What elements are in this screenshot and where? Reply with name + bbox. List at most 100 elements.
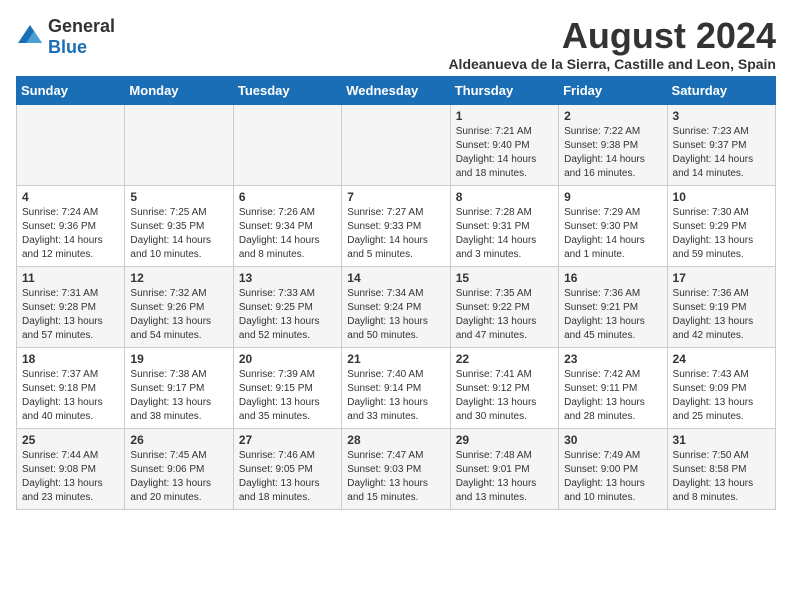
day-info: Sunrise: 7:28 AM Sunset: 9:31 PM Dayligh…	[456, 206, 553, 262]
day-number: 23	[564, 352, 661, 366]
day-number: 26	[130, 433, 227, 447]
month-year-title: August 2024	[448, 16, 776, 56]
logo-blue: Blue	[48, 37, 87, 57]
calendar-cell: 20 Sunrise: 7:39 AM Sunset: 9:15 PM Dayli…	[233, 347, 341, 428]
day-info: Sunrise: 7:26 AM Sunset: 9:34 PM Dayligh…	[239, 206, 336, 262]
calendar-header: SundayMondayTuesdayWednesdayThursdayFrid…	[17, 76, 776, 104]
header-monday: Monday	[125, 76, 233, 104]
calendar-cell: 1Sunrise: 7:21 AM Sunset: 9:40 PM Daylig…	[450, 104, 558, 185]
logo-text: General Blue	[48, 16, 115, 58]
day-info: Sunrise: 7:39 AM Sunset: 9:15 PM Dayligh…	[239, 368, 336, 424]
calendar-cell: 13Sunrise: 7:33 AM Sunset: 9:25 PM Dayli…	[233, 266, 341, 347]
day-number: 31	[673, 433, 770, 447]
day-number: 30	[564, 433, 661, 447]
calendar-cell: 4 Sunrise: 7:24 AM Sunset: 9:36 PM Daylig…	[17, 185, 125, 266]
day-number: 11	[22, 271, 119, 285]
day-number: 8	[456, 190, 553, 204]
week-row-4: 18 Sunrise: 7:37 AM Sunset: 9:18 PM Dayli…	[17, 347, 776, 428]
title-block: August 2024 Aldeanueva de la Sierra, Cas…	[448, 16, 776, 72]
calendar-cell: 5 Sunrise: 7:25 AM Sunset: 9:35 PM Daylig…	[125, 185, 233, 266]
day-number: 4	[22, 190, 119, 204]
day-number: 25	[22, 433, 119, 447]
calendar-cell: 26 Sunrise: 7:45 AM Sunset: 9:06 PM Dayli…	[125, 428, 233, 509]
calendar-cell: 28 Sunrise: 7:47 AM Sunset: 9:03 PM Dayli…	[342, 428, 450, 509]
day-info: Sunrise: 7:50 AM Sunset: 8:58 PM Dayligh…	[673, 449, 770, 505]
header-sunday: Sunday	[17, 76, 125, 104]
week-row-5: 25 Sunrise: 7:44 AM Sunset: 9:08 PM Dayli…	[17, 428, 776, 509]
day-number: 27	[239, 433, 336, 447]
logo-icon	[16, 23, 44, 51]
day-info: Sunrise: 7:34 AM Sunset: 9:24 PM Dayligh…	[347, 287, 444, 343]
day-number: 17	[673, 271, 770, 285]
calendar-cell: 8 Sunrise: 7:28 AM Sunset: 9:31 PM Daylig…	[450, 185, 558, 266]
day-info: Sunrise: 7:32 AM Sunset: 9:26 PM Dayligh…	[130, 287, 227, 343]
calendar-cell: 6 Sunrise: 7:26 AM Sunset: 9:34 PM Daylig…	[233, 185, 341, 266]
day-info: Sunrise: 7:37 AM Sunset: 9:18 PM Dayligh…	[22, 368, 119, 424]
day-info: Sunrise: 7:47 AM Sunset: 9:03 PM Dayligh…	[347, 449, 444, 505]
calendar-cell: 15Sunrise: 7:35 AM Sunset: 9:22 PM Dayli…	[450, 266, 558, 347]
day-number: 20	[239, 352, 336, 366]
header-wednesday: Wednesday	[342, 76, 450, 104]
day-number: 6	[239, 190, 336, 204]
header-saturday: Saturday	[667, 76, 775, 104]
header-tuesday: Tuesday	[233, 76, 341, 104]
day-number: 5	[130, 190, 227, 204]
day-info: Sunrise: 7:41 AM Sunset: 9:12 PM Dayligh…	[456, 368, 553, 424]
calendar-cell: 3Sunrise: 7:23 AM Sunset: 9:37 PM Daylig…	[667, 104, 775, 185]
day-number: 10	[673, 190, 770, 204]
header-thursday: Thursday	[450, 76, 558, 104]
day-number: 29	[456, 433, 553, 447]
day-number: 18	[22, 352, 119, 366]
day-info: Sunrise: 7:23 AM Sunset: 9:37 PM Dayligh…	[673, 125, 770, 181]
day-info: Sunrise: 7:36 AM Sunset: 9:19 PM Dayligh…	[673, 287, 770, 343]
calendar-cell: 2 Sunrise: 7:22 AM Sunset: 9:38 PM Daylig…	[559, 104, 667, 185]
day-info: Sunrise: 7:24 AM Sunset: 9:36 PM Dayligh…	[22, 206, 119, 262]
day-info: Sunrise: 7:49 AM Sunset: 9:00 PM Dayligh…	[564, 449, 661, 505]
calendar-cell: 12 Sunrise: 7:32 AM Sunset: 9:26 PM Dayli…	[125, 266, 233, 347]
day-info: Sunrise: 7:29 AM Sunset: 9:30 PM Dayligh…	[564, 206, 661, 262]
day-info: Sunrise: 7:46 AM Sunset: 9:05 PM Dayligh…	[239, 449, 336, 505]
day-number: 14	[347, 271, 444, 285]
calendar-cell: 18 Sunrise: 7:37 AM Sunset: 9:18 PM Dayli…	[17, 347, 125, 428]
header-friday: Friday	[559, 76, 667, 104]
day-number: 16	[564, 271, 661, 285]
calendar-cell: 7 Sunrise: 7:27 AM Sunset: 9:33 PM Daylig…	[342, 185, 450, 266]
day-number: 15	[456, 271, 553, 285]
day-number: 12	[130, 271, 227, 285]
calendar-cell: 19Sunrise: 7:38 AM Sunset: 9:17 PM Dayli…	[125, 347, 233, 428]
day-info: Sunrise: 7:43 AM Sunset: 9:09 PM Dayligh…	[673, 368, 770, 424]
day-info: Sunrise: 7:22 AM Sunset: 9:38 PM Dayligh…	[564, 125, 661, 181]
day-info: Sunrise: 7:25 AM Sunset: 9:35 PM Dayligh…	[130, 206, 227, 262]
day-info: Sunrise: 7:27 AM Sunset: 9:33 PM Dayligh…	[347, 206, 444, 262]
calendar-cell: 22Sunrise: 7:41 AM Sunset: 9:12 PM Dayli…	[450, 347, 558, 428]
calendar-cell: 14 Sunrise: 7:34 AM Sunset: 9:24 PM Dayli…	[342, 266, 450, 347]
day-info: Sunrise: 7:31 AM Sunset: 9:28 PM Dayligh…	[22, 287, 119, 343]
calendar-cell: 17 Sunrise: 7:36 AM Sunset: 9:19 PM Dayli…	[667, 266, 775, 347]
calendar-body: 1Sunrise: 7:21 AM Sunset: 9:40 PM Daylig…	[17, 104, 776, 509]
day-number: 2	[564, 109, 661, 123]
day-info: Sunrise: 7:40 AM Sunset: 9:14 PM Dayligh…	[347, 368, 444, 424]
logo: General Blue	[16, 16, 115, 58]
day-info: Sunrise: 7:48 AM Sunset: 9:01 PM Dayligh…	[456, 449, 553, 505]
calendar-table: SundayMondayTuesdayWednesdayThursdayFrid…	[16, 76, 776, 510]
day-info: Sunrise: 7:44 AM Sunset: 9:08 PM Dayligh…	[22, 449, 119, 505]
day-number: 7	[347, 190, 444, 204]
day-info: Sunrise: 7:45 AM Sunset: 9:06 PM Dayligh…	[130, 449, 227, 505]
day-info: Sunrise: 7:42 AM Sunset: 9:11 PM Dayligh…	[564, 368, 661, 424]
calendar-cell	[233, 104, 341, 185]
day-number: 21	[347, 352, 444, 366]
calendar-cell: 31 Sunrise: 7:50 AM Sunset: 8:58 PM Dayli…	[667, 428, 775, 509]
calendar-cell: 25 Sunrise: 7:44 AM Sunset: 9:08 PM Dayli…	[17, 428, 125, 509]
day-info: Sunrise: 7:36 AM Sunset: 9:21 PM Dayligh…	[564, 287, 661, 343]
day-number: 9	[564, 190, 661, 204]
calendar-cell: 29 Sunrise: 7:48 AM Sunset: 9:01 PM Dayli…	[450, 428, 558, 509]
day-number: 28	[347, 433, 444, 447]
week-row-2: 4 Sunrise: 7:24 AM Sunset: 9:36 PM Daylig…	[17, 185, 776, 266]
calendar-cell: 27 Sunrise: 7:46 AM Sunset: 9:05 PM Dayli…	[233, 428, 341, 509]
calendar-cell: 11 Sunrise: 7:31 AM Sunset: 9:28 PM Dayli…	[17, 266, 125, 347]
day-number: 19	[130, 352, 227, 366]
calendar-cell: 9 Sunrise: 7:29 AM Sunset: 9:30 PM Daylig…	[559, 185, 667, 266]
calendar-cell: 23 Sunrise: 7:42 AM Sunset: 9:11 PM Dayli…	[559, 347, 667, 428]
calendar-cell: 21 Sunrise: 7:40 AM Sunset: 9:14 PM Dayli…	[342, 347, 450, 428]
week-row-3: 11 Sunrise: 7:31 AM Sunset: 9:28 PM Dayli…	[17, 266, 776, 347]
